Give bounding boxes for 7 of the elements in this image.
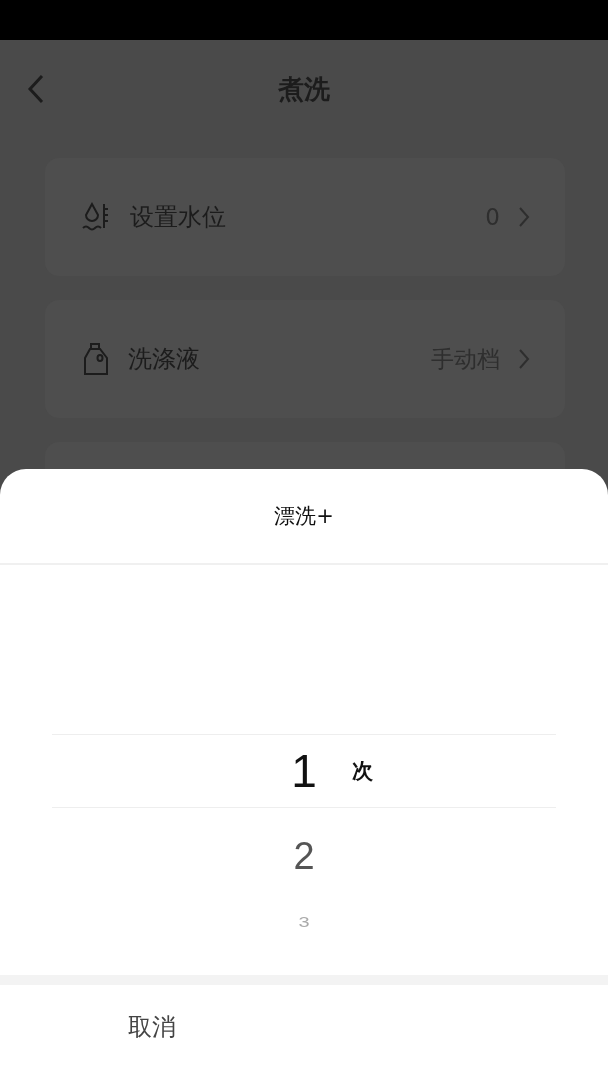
unit-label: 次 [352,758,373,785]
chevron-right-icon [518,348,530,370]
bottle-icon [82,342,110,376]
picker-option[interactable]: 1 [291,744,317,798]
picker-option[interactable]: 2 [293,835,315,878]
sheet-title: 漂洗+ [274,503,334,530]
chevron-right-icon [518,206,530,228]
